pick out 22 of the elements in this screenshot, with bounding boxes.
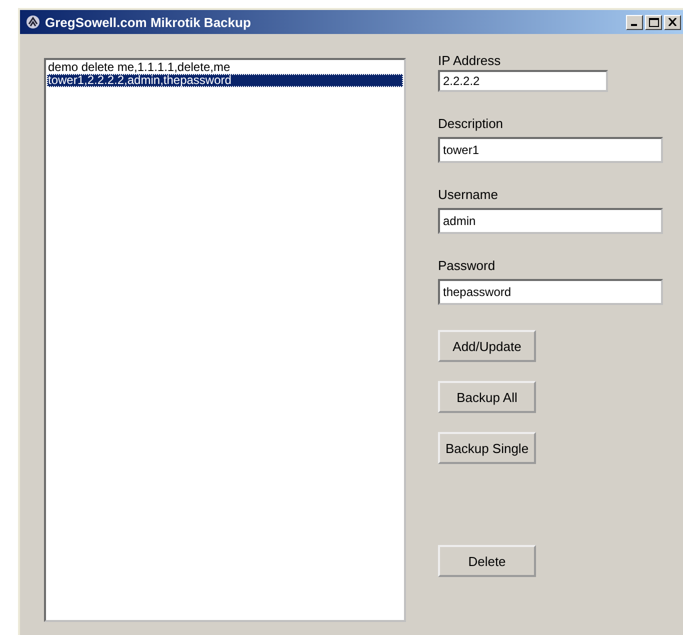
action-button[interactable]: Backup All bbox=[438, 381, 536, 413]
action-button[interactable]: Add/Update bbox=[438, 330, 536, 362]
field-label: IP Address bbox=[438, 53, 501, 68]
field-label: Username bbox=[438, 187, 498, 202]
list-item[interactable]: tower1,2.2.2.2,admin,thepassword bbox=[47, 74, 403, 87]
close-icon bbox=[668, 18, 677, 26]
device-list[interactable]: demo delete me,1.1.1.1,delete,me tower1,2.2.2.2,admin,thepassword bbox=[44, 58, 406, 622]
field-label: Password bbox=[438, 258, 496, 273]
maximize-icon bbox=[648, 18, 658, 26]
field-label: Description bbox=[438, 116, 504, 131]
action-button[interactable]: Delete bbox=[438, 545, 536, 577]
window-title: GregSowell.com Mikrotik Backup bbox=[45, 14, 252, 30]
input-field[interactable]: admin bbox=[438, 208, 663, 234]
input-field[interactable]: thepassword bbox=[438, 279, 663, 305]
minimize-button[interactable] bbox=[626, 14, 643, 30]
action-button[interactable]: Backup Single bbox=[438, 432, 536, 464]
app-icon bbox=[26, 15, 40, 29]
maximize-button[interactable] bbox=[645, 14, 662, 30]
list-item[interactable]: demo delete me,1.1.1.1,delete,me bbox=[47, 61, 403, 74]
input-field[interactable]: 2.2.2.2 bbox=[438, 70, 608, 92]
input-field[interactable]: tower1 bbox=[438, 137, 663, 163]
close-button[interactable] bbox=[664, 14, 681, 30]
